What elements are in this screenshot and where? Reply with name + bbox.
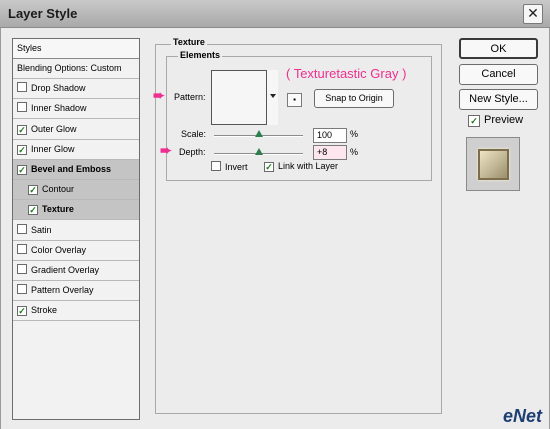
- style-checkbox[interactable]: ✓: [17, 124, 27, 135]
- snap-to-origin-button[interactable]: Snap to Origin: [314, 89, 394, 108]
- style-item-label: Pattern Overlay: [31, 285, 94, 296]
- styles-list: Styles Blending Options: Custom Drop Shad…: [12, 38, 140, 420]
- style-item-outer-glow[interactable]: ✓ Outer Glow: [13, 120, 139, 140]
- style-item-contour[interactable]: ✓ Contour: [13, 180, 139, 201]
- style-item-drop-shadow[interactable]: Drop Shadow: [13, 79, 139, 100]
- style-item-inner-glow[interactable]: ✓ Inner Glow: [13, 140, 139, 160]
- preview-checkbox[interactable]: ✓: [468, 115, 480, 127]
- invert-label: Invert: [225, 162, 248, 172]
- style-checkbox[interactable]: [17, 243, 27, 254]
- depth-unit: %: [350, 147, 359, 157]
- cancel-button[interactable]: Cancel: [459, 64, 538, 85]
- ok-button[interactable]: OK: [459, 38, 538, 59]
- scale-label: Scale:: [181, 129, 207, 139]
- link-with-layer-option[interactable]: ✓ Link with Layer: [264, 161, 338, 172]
- style-item-label: Bevel and Emboss: [31, 164, 112, 174]
- style-checkbox[interactable]: ✓: [17, 306, 27, 317]
- style-checkbox[interactable]: ✓: [28, 185, 38, 196]
- depth-label: Depth:: [179, 147, 206, 157]
- style-item-stroke[interactable]: ✓ Stroke: [13, 301, 139, 322]
- depth-arrow-icon: ➨: [160, 142, 172, 158]
- pattern-arrow-icon: ➨: [153, 87, 165, 103]
- pattern-dropdown-arrow-icon[interactable]: [266, 70, 278, 125]
- style-item-label: Drop Shadow: [31, 83, 86, 94]
- style-item-label: Contour: [42, 184, 75, 195]
- elements-group-title: Elements: [178, 50, 223, 60]
- style-checkbox[interactable]: ✓: [28, 205, 38, 216]
- styles-header-label: Styles: [17, 43, 42, 53]
- style-item-label: Gradient Overlay: [31, 265, 100, 275]
- watermark: eNet: [502, 406, 542, 426]
- style-checkbox[interactable]: [17, 82, 27, 93]
- style-checkbox[interactable]: [17, 284, 27, 295]
- style-item-label: Inner Glow: [31, 143, 75, 154]
- style-item-blending-options-custom[interactable]: Blending Options: Custom: [13, 59, 139, 79]
- depth-slider-thumb[interactable]: [254, 148, 263, 155]
- link-with-layer-label: Link with Layer: [278, 161, 339, 171]
- preview-tile: [478, 149, 509, 180]
- style-item-label: Satin: [31, 224, 52, 235]
- style-item-label: Texture: [42, 204, 74, 215]
- title-bar: Layer Style ✕: [0, 0, 550, 28]
- style-checkbox[interactable]: [17, 264, 27, 274]
- style-checkbox[interactable]: [17, 223, 27, 234]
- link-with-layer-checkbox[interactable]: ✓: [264, 162, 274, 172]
- preview-label: Preview: [484, 114, 524, 126]
- close-button[interactable]: ✕: [523, 4, 543, 24]
- style-item-label: Color Overlay: [31, 244, 87, 255]
- style-item-label: Stroke: [31, 305, 58, 316]
- style-checkbox[interactable]: ✓: [17, 165, 27, 175]
- style-preview: [466, 137, 520, 191]
- new-style-button[interactable]: New Style...: [459, 89, 538, 110]
- pattern-label: Pattern:: [174, 92, 206, 102]
- style-item-gradient-overlay[interactable]: Gradient Overlay: [13, 261, 139, 281]
- texture-group-title: Texture: [171, 37, 207, 47]
- scale-unit: %: [350, 129, 359, 139]
- style-item-label: Outer Glow: [31, 123, 77, 134]
- style-item-pattern-overlay[interactable]: Pattern Overlay: [13, 281, 139, 302]
- pattern-name-annotation: ( Texturetastic Gray ): [286, 66, 407, 81]
- style-item-label: Inner Shadow: [31, 103, 87, 114]
- style-item-bevel-and-emboss[interactable]: ✓ Bevel and Emboss: [13, 160, 139, 180]
- style-item-color-overlay[interactable]: Color Overlay: [13, 241, 139, 261]
- depth-input[interactable]: +8: [313, 145, 347, 160]
- style-item-inner-shadow[interactable]: Inner Shadow: [13, 99, 139, 120]
- style-item-satin[interactable]: Satin: [13, 221, 139, 241]
- style-checkbox[interactable]: [17, 102, 27, 113]
- style-item-texture[interactable]: ✓ Texture: [13, 200, 139, 221]
- new-preset-icon[interactable]: ▪: [287, 93, 302, 107]
- scale-slider-thumb[interactable]: [254, 130, 263, 137]
- window-title: Layer Style: [8, 6, 78, 21]
- style-item-label: Blending Options: Custom: [17, 63, 122, 73]
- invert-option[interactable]: Invert: [211, 161, 248, 172]
- styles-header[interactable]: Styles: [13, 39, 139, 59]
- preview-option[interactable]: ✓ Preview: [468, 114, 523, 127]
- style-checkbox[interactable]: ✓: [17, 144, 27, 155]
- scale-input[interactable]: 100: [313, 128, 347, 143]
- invert-checkbox[interactable]: [211, 161, 221, 171]
